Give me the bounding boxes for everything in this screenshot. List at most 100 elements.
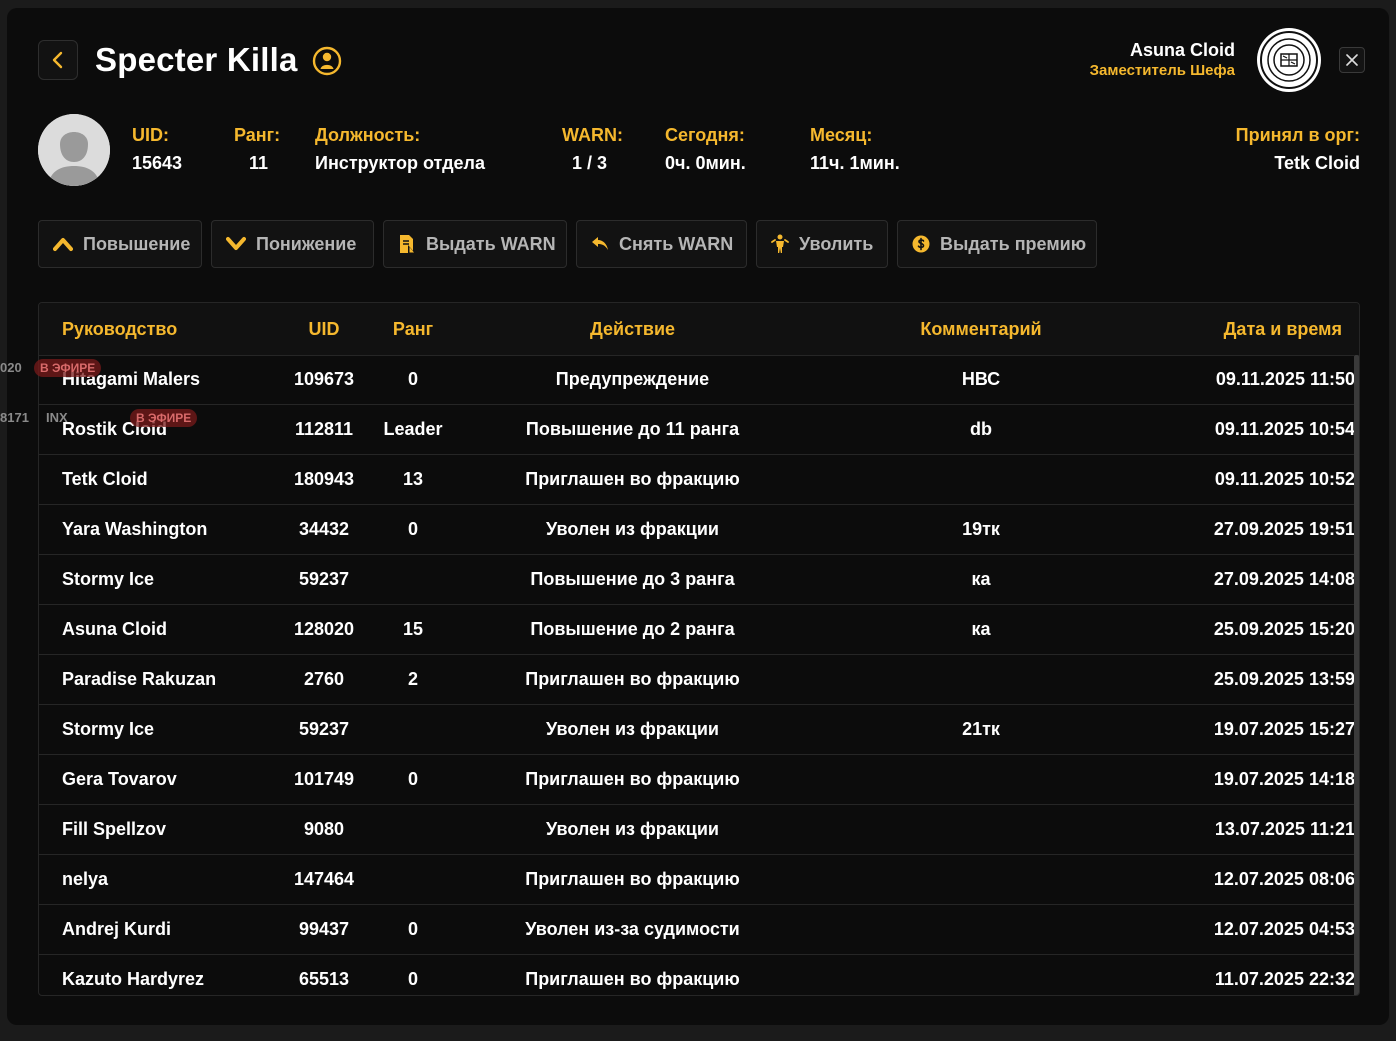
row-rank: 0 — [407, 769, 418, 789]
column-header-action[interactable]: Действие — [469, 303, 796, 355]
chevron-down-icon — [226, 237, 246, 250]
chevron-left-icon — [52, 51, 63, 69]
scrollbar-thumb[interactable] — [1354, 355, 1359, 995]
row-action: Уволен из-за судимости — [525, 919, 740, 939]
give-bonus-button[interactable]: Выдать премию — [897, 220, 1097, 268]
row-datetime: 27.09.2025 14:08 — [1213, 569, 1355, 589]
table-row[interactable]: Tetk Cloid 180943 13 Приглашен во фракцию 09… — [39, 455, 1355, 505]
table-row[interactable]: Stormy Ice 59237 Уволен из фракции 21тк 19.0… — [39, 705, 1355, 755]
table-header: Руководство UID Ранг Действие Комментари… — [39, 303, 1359, 356]
row-uid: 109673 — [293, 369, 355, 389]
table-row[interactable]: Rostik Cloid 112811 Leader Повышение до 11 … — [39, 405, 1355, 455]
table-row[interactable]: Fill Spellzov 9080 Уволен из фракции 13.07.… — [39, 805, 1355, 855]
row-datetime: 11.07.2025 22:32 — [1214, 969, 1355, 989]
row-leader-name: Yara Washington — [62, 519, 208, 539]
uid-value: 15643 — [132, 153, 183, 173]
row-action: Уволен из фракции — [546, 519, 719, 539]
row-rank: 2 — [407, 669, 418, 689]
table-row[interactable]: Gera Tovarov 101749 0 Приглашен во фракцию 1… — [39, 755, 1355, 805]
row-rank — [373, 705, 453, 754]
dismiss-label: Уволить — [799, 233, 874, 254]
warn-document-icon — [400, 235, 415, 253]
row-comment — [881, 855, 1081, 904]
member-name-title: Specter Killa — [95, 41, 298, 78]
row-comment: НВС — [961, 369, 1001, 389]
row-action: Уволен из фракции — [546, 719, 719, 739]
row-comment — [881, 955, 1081, 995]
current-user-role: Заместитель Шефа — [1089, 62, 1235, 79]
rank-value: 11 — [249, 153, 269, 173]
promote-button[interactable]: Повышение — [38, 220, 202, 268]
hired-by-label: Принял в орг: — [1235, 125, 1360, 145]
live-badge-1: В ЭФИРЕ — [34, 359, 102, 377]
overlay-id-2: 8171 — [0, 410, 29, 425]
remove-warn-button[interactable]: Снять WARN — [576, 220, 747, 268]
overlay-tag: INX — [46, 410, 68, 425]
live-badge-2: В ЭФИРЕ — [130, 409, 198, 427]
issue-warn-label: Выдать WARN — [426, 233, 556, 254]
history-table: Руководство UID Ранг Действие Комментари… — [38, 302, 1360, 996]
row-rank: 0 — [407, 369, 418, 389]
demote-button[interactable]: Понижение — [211, 220, 374, 268]
issue-warn-button[interactable]: Выдать WARN — [383, 220, 567, 268]
row-action: Приглашен во фракцию — [525, 869, 740, 889]
uid-label: UID: — [132, 125, 169, 145]
row-comment — [881, 655, 1081, 704]
warn-label: WARN: — [562, 125, 623, 145]
row-uid: 2760 — [303, 669, 345, 689]
row-comment: ка — [971, 619, 991, 639]
position-value: Инструктор отдела — [315, 153, 485, 173]
row-rank: 15 — [402, 619, 424, 639]
row-rank: 0 — [407, 969, 418, 989]
table-row[interactable]: Stormy Ice 59237 Повышение до 3 ранга ка 27.… — [39, 555, 1355, 605]
table-row[interactable]: nelya 147464 Приглашен во фракцию 12.07.202… — [39, 855, 1355, 905]
dismiss-button[interactable]: Уволить — [756, 220, 888, 268]
table-row[interactable]: Andrej Kurdi 99437 0 Уволен из-за судимости… — [39, 905, 1355, 955]
table-row[interactable]: Hitagami Malers 109673 0 Предупреждение НВС 0… — [39, 355, 1355, 405]
row-rank: 0 — [407, 919, 418, 939]
close-button[interactable] — [1339, 47, 1365, 73]
undo-arrow-icon — [592, 237, 608, 250]
month-value: 11ч. 1мин. — [810, 153, 900, 173]
table-row[interactable]: Paradise Rakuzan 2760 2 Приглашен во фракци… — [39, 655, 1355, 705]
column-header-uid[interactable]: UID — [269, 303, 379, 355]
warn-value: 1 / 3 — [572, 153, 608, 173]
row-leader-name: Gera Tovarov — [62, 769, 177, 789]
column-header-leader[interactable]: Руководство — [62, 303, 177, 355]
row-datetime: 19.07.2025 15:27 — [1213, 719, 1355, 739]
table-row[interactable]: Asuna Cloid 128020 15 Повышение до 2 ранга к… — [39, 605, 1355, 655]
row-comment: 21тк — [962, 719, 1000, 739]
row-leader-name: Kazuto Hardyrez — [62, 969, 205, 989]
column-header-comment[interactable]: Комментарий — [881, 303, 1081, 355]
row-leader-name: Tetk Cloid — [62, 469, 148, 489]
row-uid: 34432 — [298, 519, 350, 539]
column-header-datetime[interactable]: Дата и время — [1224, 303, 1342, 355]
row-comment — [881, 455, 1081, 504]
table-row[interactable]: Yara Washington 34432 0 Уволен из фракции 19… — [39, 505, 1355, 555]
row-datetime: 25.09.2025 13:59 — [1213, 669, 1355, 689]
row-action: Повышение до 3 ранга — [530, 569, 735, 589]
row-comment: 19тк — [962, 519, 1000, 539]
row-uid: 180943 — [293, 469, 355, 489]
row-action: Предупреждение — [555, 369, 710, 389]
current-user-name: Asuna Cloid — [1129, 40, 1235, 60]
row-uid: 99437 — [298, 919, 350, 939]
table-scrollbar[interactable] — [1354, 355, 1359, 995]
today-value: 0ч. 0мин. — [665, 153, 746, 173]
default-avatar-icon — [38, 114, 110, 186]
row-datetime: 12.07.2025 08:06 — [1213, 869, 1355, 889]
row-datetime: 27.09.2025 19:51 — [1213, 519, 1355, 539]
column-header-rank[interactable]: Ранг — [373, 303, 453, 355]
back-button[interactable] — [38, 40, 78, 80]
row-datetime: 09.11.2025 11:50 — [1215, 369, 1355, 389]
promote-label: Повышение — [83, 233, 191, 254]
row-action: Повышение до 2 ранга — [530, 619, 735, 639]
row-uid: 128020 — [293, 619, 355, 639]
row-datetime: 09.11.2025 10:54 — [1214, 419, 1355, 439]
row-comment — [881, 755, 1081, 804]
row-datetime: 09.11.2025 10:52 — [1214, 469, 1355, 489]
row-action: Приглашен во фракцию — [525, 469, 740, 489]
coin-icon — [912, 235, 930, 253]
row-leader-name: Paradise Rakuzan — [62, 669, 217, 689]
table-row[interactable]: Kazuto Hardyrez 65513 0 Приглашен во фракци… — [39, 955, 1355, 995]
